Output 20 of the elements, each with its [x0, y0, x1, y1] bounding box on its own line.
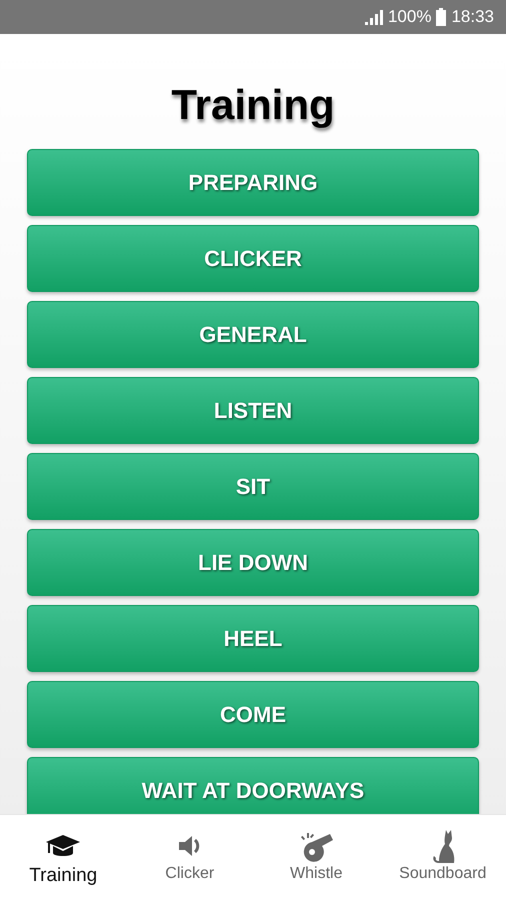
- signal-icon: [364, 9, 383, 25]
- battery-icon: [436, 8, 446, 26]
- training-topic-button[interactable]: COME: [27, 681, 479, 748]
- training-topic-button[interactable]: LIE DOWN: [27, 529, 479, 596]
- graduation-cap-icon: [45, 833, 82, 859]
- page-title: Training: [171, 80, 335, 130]
- clock: 18:33: [451, 7, 494, 27]
- training-topic-button[interactable]: HEEL: [27, 605, 479, 672]
- nav-tab[interactable]: Clicker: [126, 815, 253, 900]
- battery-percent: 100%: [388, 7, 432, 27]
- whistle-icon: [298, 830, 334, 862]
- training-topic-button[interactable]: CLICKER: [27, 225, 479, 292]
- training-topic-button[interactable]: SIT: [27, 453, 479, 520]
- training-topic-button[interactable]: WAIT AT DOORWAYS: [27, 757, 479, 814]
- nav-tab[interactable]: Soundboard: [380, 815, 506, 900]
- training-topic-button[interactable]: GENERAL: [27, 301, 479, 368]
- nav-tab[interactable]: Training: [0, 815, 126, 900]
- training-topic-button[interactable]: PREPARING: [27, 149, 479, 216]
- nav-tab[interactable]: Whistle: [253, 815, 380, 900]
- training-topic-button[interactable]: LISTEN: [27, 377, 479, 444]
